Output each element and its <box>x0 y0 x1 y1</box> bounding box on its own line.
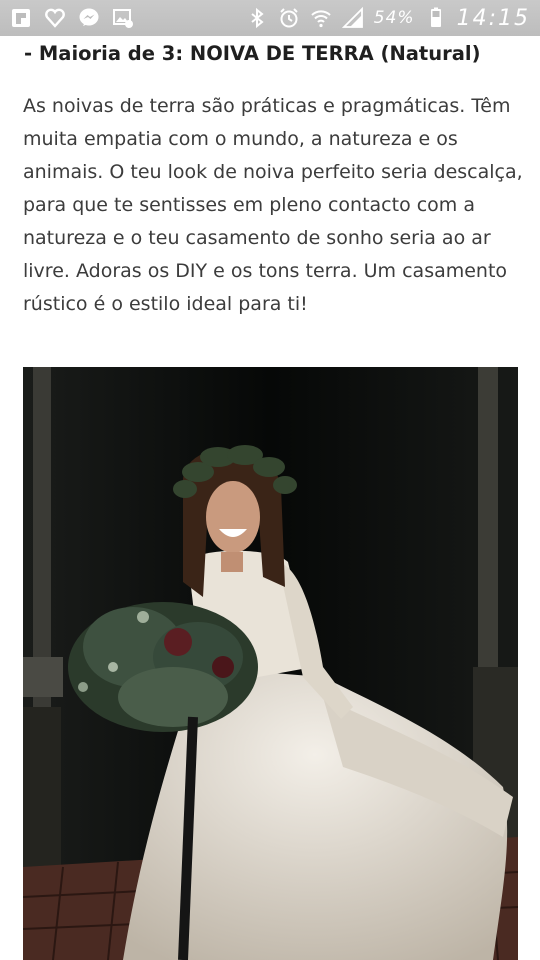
bride-photo <box>23 367 518 960</box>
alarm-icon <box>278 7 300 29</box>
flipboard-icon <box>10 7 32 29</box>
bluetooth-icon <box>246 7 268 29</box>
article-paragraph: As noivas de terra são práticas e pragmá… <box>23 95 523 315</box>
system-icons: 54% 14:15 <box>246 6 530 31</box>
messenger-icon <box>78 7 100 29</box>
battery-icon <box>425 7 447 29</box>
gallery-icon <box>112 7 134 29</box>
section-heading: - Maioria de 3: NOIVA DE TERRA (Natural) <box>24 42 481 65</box>
heart-icon <box>44 7 66 29</box>
signal-icon <box>341 7 364 29</box>
clock: 14:15 <box>456 5 530 31</box>
notification-icons <box>10 7 134 29</box>
status-bar: 54% 14:15 <box>0 0 540 36</box>
battery-percent: 54% <box>373 8 415 28</box>
wifi-icon <box>310 7 332 29</box>
